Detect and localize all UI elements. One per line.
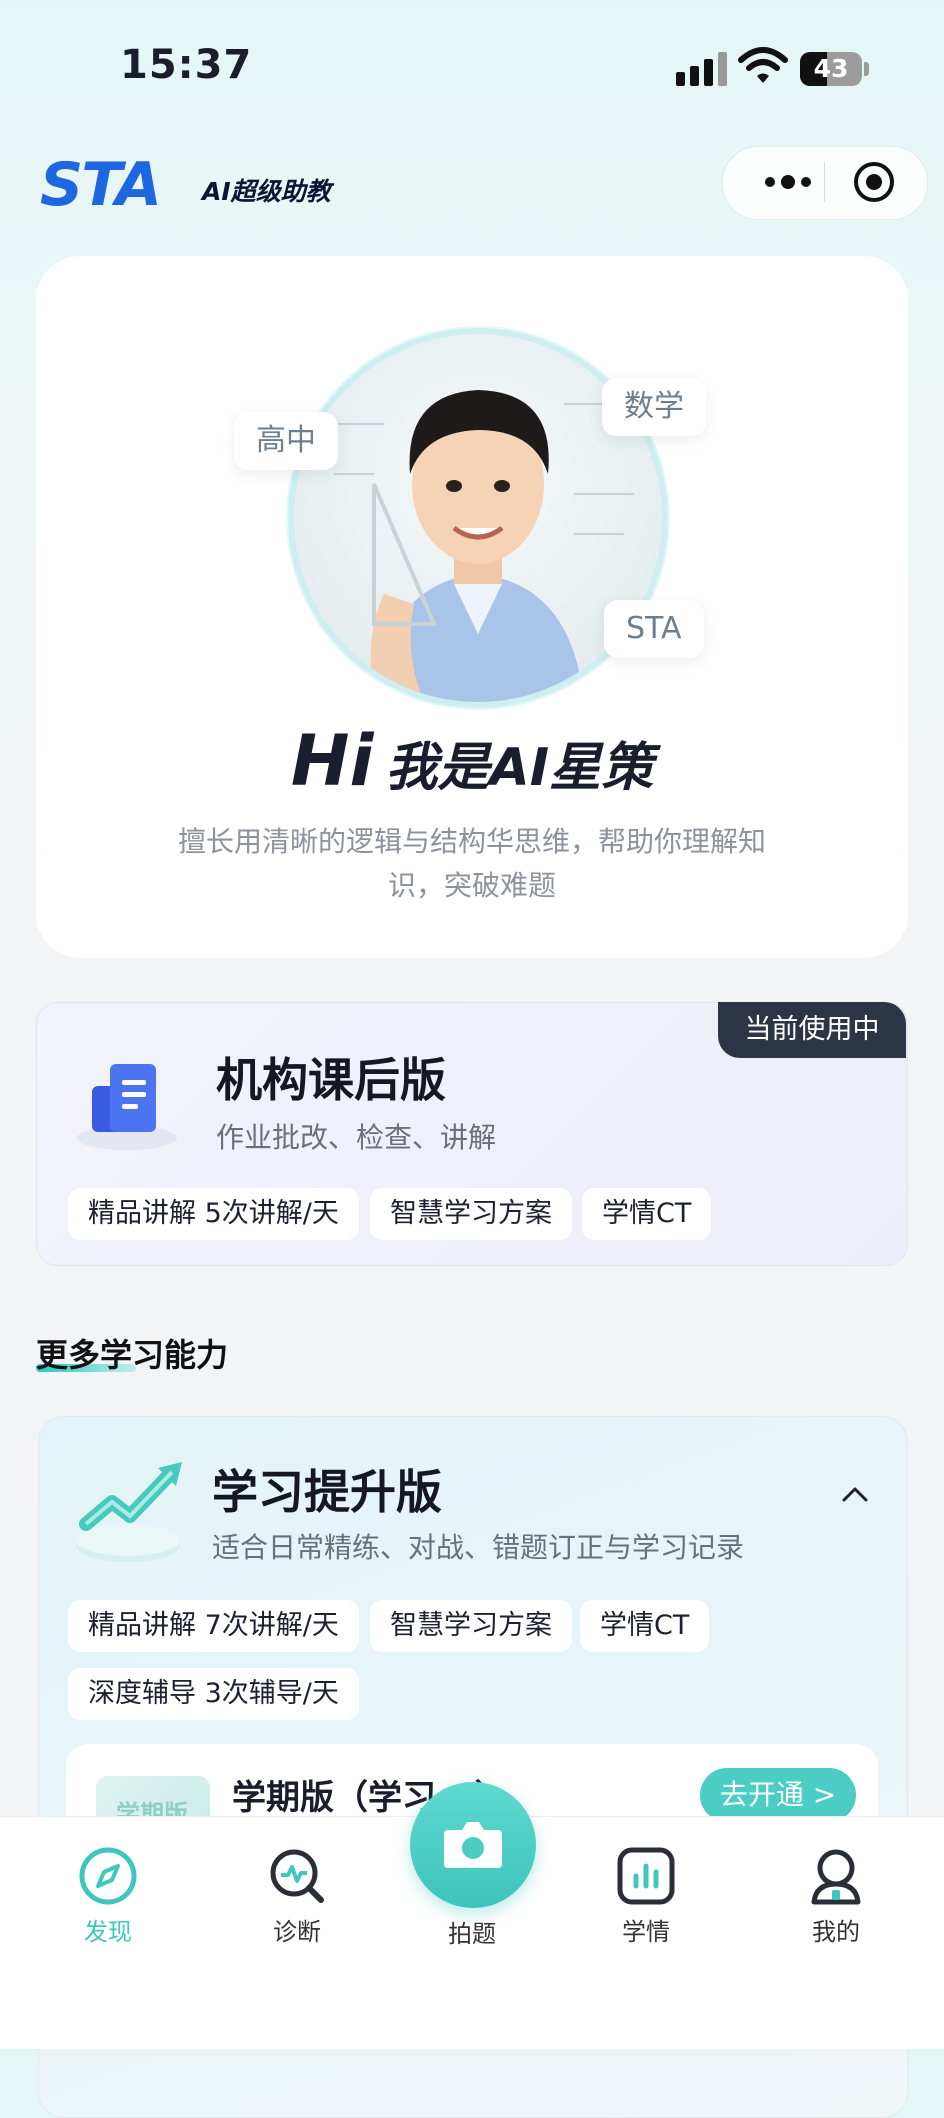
feature-chip: 精品讲解 5次讲解/天	[68, 1188, 359, 1240]
battery-tip	[864, 62, 869, 76]
tab-label: 我的	[812, 1918, 860, 1946]
tab-photo-question[interactable]: 拍题	[412, 1914, 532, 1949]
tab-learning-status[interactable]: 学情	[586, 1846, 706, 1947]
feature-chip: 学情CT	[582, 1188, 712, 1240]
tab-label: 诊断	[273, 1918, 321, 1946]
tab-discover[interactable]: 发现	[48, 1846, 168, 1947]
tag-grade: 高中	[234, 412, 338, 470]
battery-icon: 43	[800, 52, 862, 86]
greeting-heading: Hi 我是AI星策	[0, 720, 944, 802]
tab-profile[interactable]: 我的	[776, 1846, 896, 1947]
growth-chart-icon	[76, 1462, 182, 1562]
tag-brand: STA	[604, 600, 704, 658]
status-time: 15:37	[120, 42, 253, 88]
greeting-hi: Hi	[290, 720, 374, 802]
assistant-description: 擅长用清晰的逻辑与结构华思维，帮助你理解知识，突破难题	[177, 825, 766, 902]
compass-icon	[79, 1847, 137, 1905]
greeting-name: 我是AI星策	[385, 738, 654, 798]
section-title: 更多学习能力	[36, 1336, 229, 1374]
study-plan-title: 学习提升版	[212, 1465, 442, 1519]
more-options-icon[interactable]	[748, 146, 828, 218]
logo-subtitle: AI超级助教	[202, 177, 331, 206]
tab-label: 发现	[84, 1918, 132, 1946]
in-use-badge: 当前使用中	[718, 1002, 906, 1058]
bar-chart-icon	[617, 1847, 675, 1905]
current-plan-subtitle: 作业批改、检查、讲解	[216, 1121, 497, 1154]
battery-level: 43	[813, 54, 849, 83]
photo-question-button[interactable]	[410, 1782, 536, 1908]
camera-icon	[444, 1822, 502, 1868]
tab-label: 学情	[622, 1918, 670, 1946]
study-plan-subtitle: 适合日常精练、对战、错题订正与学习记录	[212, 1531, 745, 1564]
tab-diagnose[interactable]: 诊断	[237, 1846, 357, 1947]
wifi-icon	[738, 47, 788, 83]
tab-label: 拍题	[448, 1920, 496, 1948]
sta-logo: STA	[40, 150, 162, 220]
tag-subject: 数学	[602, 378, 706, 436]
diagnose-magnifier-icon	[270, 1849, 324, 1903]
activate-button[interactable]: 去开通 >	[700, 1768, 856, 1822]
cellular-signal-icon	[676, 52, 727, 86]
capsule-divider	[824, 162, 825, 202]
feature-chip: 智慧学习方案	[370, 1188, 572, 1240]
feature-chip: 智慧学习方案	[370, 1600, 572, 1652]
close-target-icon[interactable]	[852, 160, 896, 204]
chevron-up-icon[interactable]	[840, 1480, 870, 1510]
feature-chip: 深度辅导 3次辅导/天	[68, 1668, 359, 1720]
feature-chip: 学情CT	[580, 1600, 710, 1652]
institution-icon	[77, 1064, 177, 1150]
current-plan-title: 机构课后版	[216, 1053, 446, 1107]
feature-chip: 精品讲解 7次讲解/天	[68, 1600, 359, 1652]
user-icon	[811, 1849, 861, 1905]
